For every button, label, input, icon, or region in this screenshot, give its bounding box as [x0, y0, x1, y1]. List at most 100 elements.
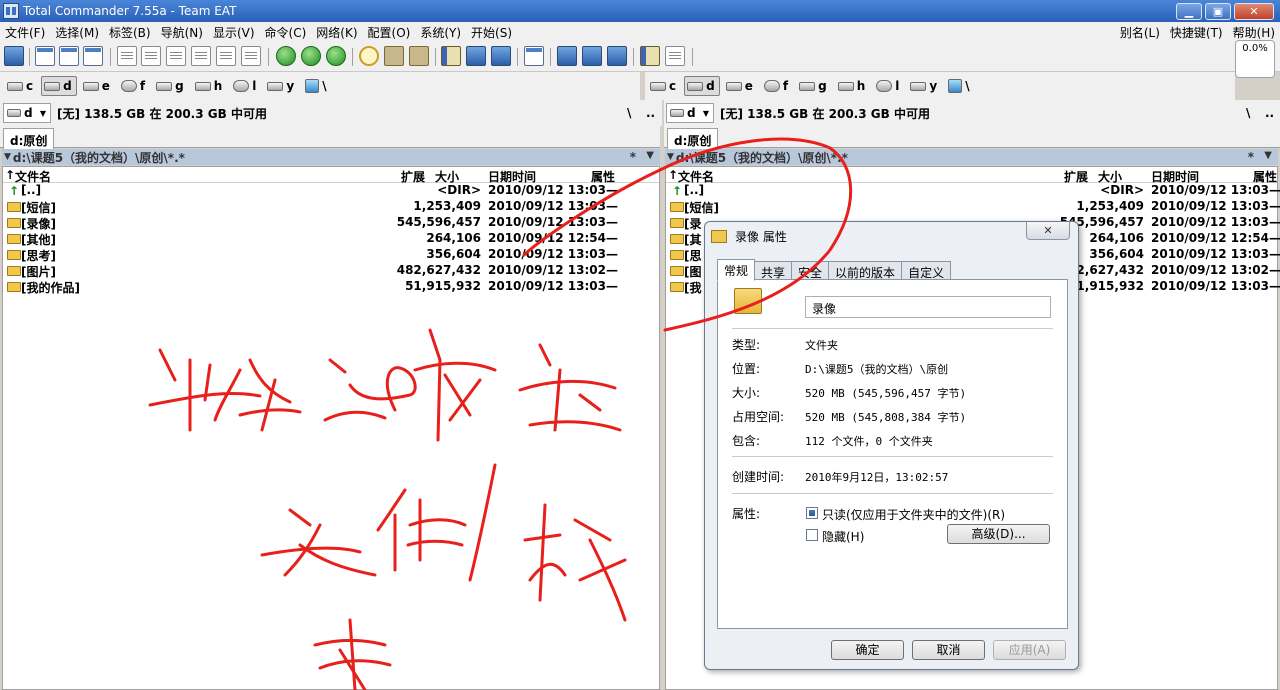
right-drive-l[interactable]: l: [873, 76, 904, 96]
calculator-icon[interactable]: [665, 46, 685, 66]
readonly-checkbox[interactable]: [806, 507, 818, 519]
left-root-button[interactable]: \: [627, 106, 631, 120]
columns-view-icon[interactable]: [241, 46, 261, 66]
left-drive-l[interactable]: l: [230, 76, 261, 96]
forward-icon[interactable]: [326, 46, 346, 66]
folder-name-input[interactable]: 录像: [805, 296, 1051, 318]
edit-icon[interactable]: [384, 46, 404, 66]
advanced-button[interactable]: 高级(D)...: [947, 524, 1050, 544]
tools-icon[interactable]: [607, 46, 627, 66]
table-row[interactable]: ↑ [..] <DIR> 2010/09/12 13:03—: [3, 183, 659, 199]
menu-commands[interactable]: 命令(C): [260, 24, 312, 41]
quick-view-icon[interactable]: [191, 46, 211, 66]
tab-security[interactable]: 安全: [791, 261, 830, 280]
left-parent-button[interactable]: ..: [646, 106, 655, 120]
right-drive-h[interactable]: h: [835, 76, 871, 96]
right-drive-f[interactable]: f: [761, 76, 793, 96]
tab-customize[interactable]: 自定义: [901, 261, 952, 280]
close-button[interactable]: ✕: [1234, 2, 1274, 20]
menu-config[interactable]: 配置(O): [363, 24, 416, 41]
menu-hotkeys[interactable]: 快捷键(T): [1165, 24, 1228, 41]
apply-button[interactable]: 应用(A): [993, 640, 1066, 660]
menu-view[interactable]: 显示(V): [208, 24, 260, 41]
left-current-path[interactable]: ▼ d:\课题5（我的文档）\原创\*.* * ▼: [2, 149, 660, 165]
table-row[interactable]: [图片] 482,627,432 2010/09/12 13:02—: [3, 263, 659, 279]
tree-view-icon[interactable]: [166, 46, 186, 66]
chevron-down-icon[interactable]: ▼: [646, 150, 654, 161]
right-parent-button[interactable]: ..: [1265, 106, 1274, 120]
tab-previous-versions[interactable]: 以前的版本: [828, 261, 903, 280]
network-icon[interactable]: [557, 46, 577, 66]
menu-alias[interactable]: 别名(L): [1115, 24, 1165, 41]
back-icon[interactable]: [301, 46, 321, 66]
menu-network[interactable]: 网络(K): [311, 24, 362, 41]
detail-view-icon[interactable]: [141, 46, 161, 66]
right-root-button[interactable]: \: [1246, 106, 1250, 120]
left-drive-network[interactable]: \: [302, 76, 331, 96]
right-drive-y[interactable]: y: [907, 76, 942, 96]
full-view-icon[interactable]: [83, 46, 103, 66]
menu-start[interactable]: 开始(S): [466, 24, 517, 41]
right-filter-button[interactable]: *: [1248, 150, 1254, 164]
parent-dir-icon: ↑: [672, 184, 683, 198]
menu-file[interactable]: 文件(F): [0, 24, 50, 41]
refresh-icon[interactable]: [4, 46, 24, 66]
left-tab-original[interactable]: d:原创: [3, 128, 55, 149]
right-tab-original[interactable]: d:原创: [667, 128, 719, 149]
menu-select[interactable]: 选择(M): [50, 24, 104, 41]
table-row[interactable]: [我的作品] 51,915,932 2010/09/12 13:03—: [3, 279, 659, 295]
search-icon[interactable]: [359, 46, 379, 66]
left-drive-h[interactable]: h: [192, 76, 228, 96]
maximize-button[interactable]: ▣: [1205, 2, 1231, 20]
cancel-button[interactable]: 取消: [912, 640, 985, 660]
hidden-label[interactable]: 隐藏(H): [822, 528, 864, 545]
menu-system[interactable]: 系统(Y): [415, 24, 466, 41]
table-row[interactable]: [其他] 264,106 2010/09/12 12:54—: [3, 231, 659, 247]
right-drive-select[interactable]: d ▼: [666, 103, 714, 123]
pack-icon[interactable]: [441, 46, 461, 66]
right-drive-e[interactable]: e: [723, 76, 758, 96]
left-drive-c[interactable]: c: [4, 76, 38, 96]
chevron-down-icon[interactable]: ▼: [1264, 150, 1272, 161]
table-row[interactable]: [思考] 356,604 2010/09/12 13:03—: [3, 247, 659, 263]
left-filter-button[interactable]: *: [630, 150, 636, 164]
right-drive-d[interactable]: d: [684, 76, 720, 96]
multi-rename-icon[interactable]: [409, 46, 429, 66]
minimize-button[interactable]: ▁: [1176, 2, 1202, 20]
dialog-close-button[interactable]: ✕: [1026, 222, 1070, 240]
url-icon[interactable]: [491, 46, 511, 66]
table-row[interactable]: [录像] 545,596,457 2010/09/12 13:03—: [3, 215, 659, 231]
menu-navigate[interactable]: 导航(N): [156, 24, 208, 41]
hidden-checkbox[interactable]: [806, 529, 818, 541]
right-current-path[interactable]: ▼ d:\课题5（我的文档）\原创\*.* * ▼: [665, 149, 1278, 165]
settings-icon[interactable]: [582, 46, 602, 66]
menu-tabs[interactable]: 标签(B): [104, 24, 156, 41]
right-drive-g[interactable]: g: [796, 76, 832, 96]
right-tab-row: d:原创: [664, 126, 1280, 149]
left-drive-e[interactable]: e: [80, 76, 115, 96]
tab-general[interactable]: 常规: [717, 259, 756, 281]
list-view-icon[interactable]: [117, 46, 137, 66]
left-drive-select[interactable]: d ▼: [3, 103, 51, 123]
left-drive-d[interactable]: d: [41, 76, 77, 96]
ok-button[interactable]: 确定: [831, 640, 904, 660]
stop-icon[interactable]: [276, 46, 296, 66]
divider: [732, 328, 1053, 329]
left-drive-f[interactable]: f: [118, 76, 150, 96]
tab-sharing[interactable]: 共享: [754, 261, 793, 280]
table-row[interactable]: [短信] 1,253,409 2010/09/12 13:03—: [3, 199, 659, 215]
right-drive-network[interactable]: \: [945, 76, 974, 96]
notebook-icon[interactable]: [640, 46, 660, 66]
thumbnail-view-icon[interactable]: [216, 46, 236, 66]
right-drive-c[interactable]: c: [647, 76, 681, 96]
brief-view-icon[interactable]: [59, 46, 79, 66]
menu-help[interactable]: 帮助(H): [1228, 24, 1280, 41]
left-drive-y[interactable]: y: [264, 76, 299, 96]
ftp-icon[interactable]: [466, 46, 486, 66]
left-drive-g[interactable]: g: [153, 76, 189, 96]
table-row[interactable]: [短信] 1,253,409 2010/09/12 13:03—: [666, 199, 1280, 215]
readonly-label[interactable]: 只读(仅应用于文件夹中的文件)(R): [822, 506, 1005, 523]
table-row[interactable]: ↑ [..] <DIR> 2010/09/12 13:03—: [666, 183, 1280, 199]
icons-view-icon[interactable]: [35, 46, 55, 66]
sync-icon[interactable]: [524, 46, 544, 66]
